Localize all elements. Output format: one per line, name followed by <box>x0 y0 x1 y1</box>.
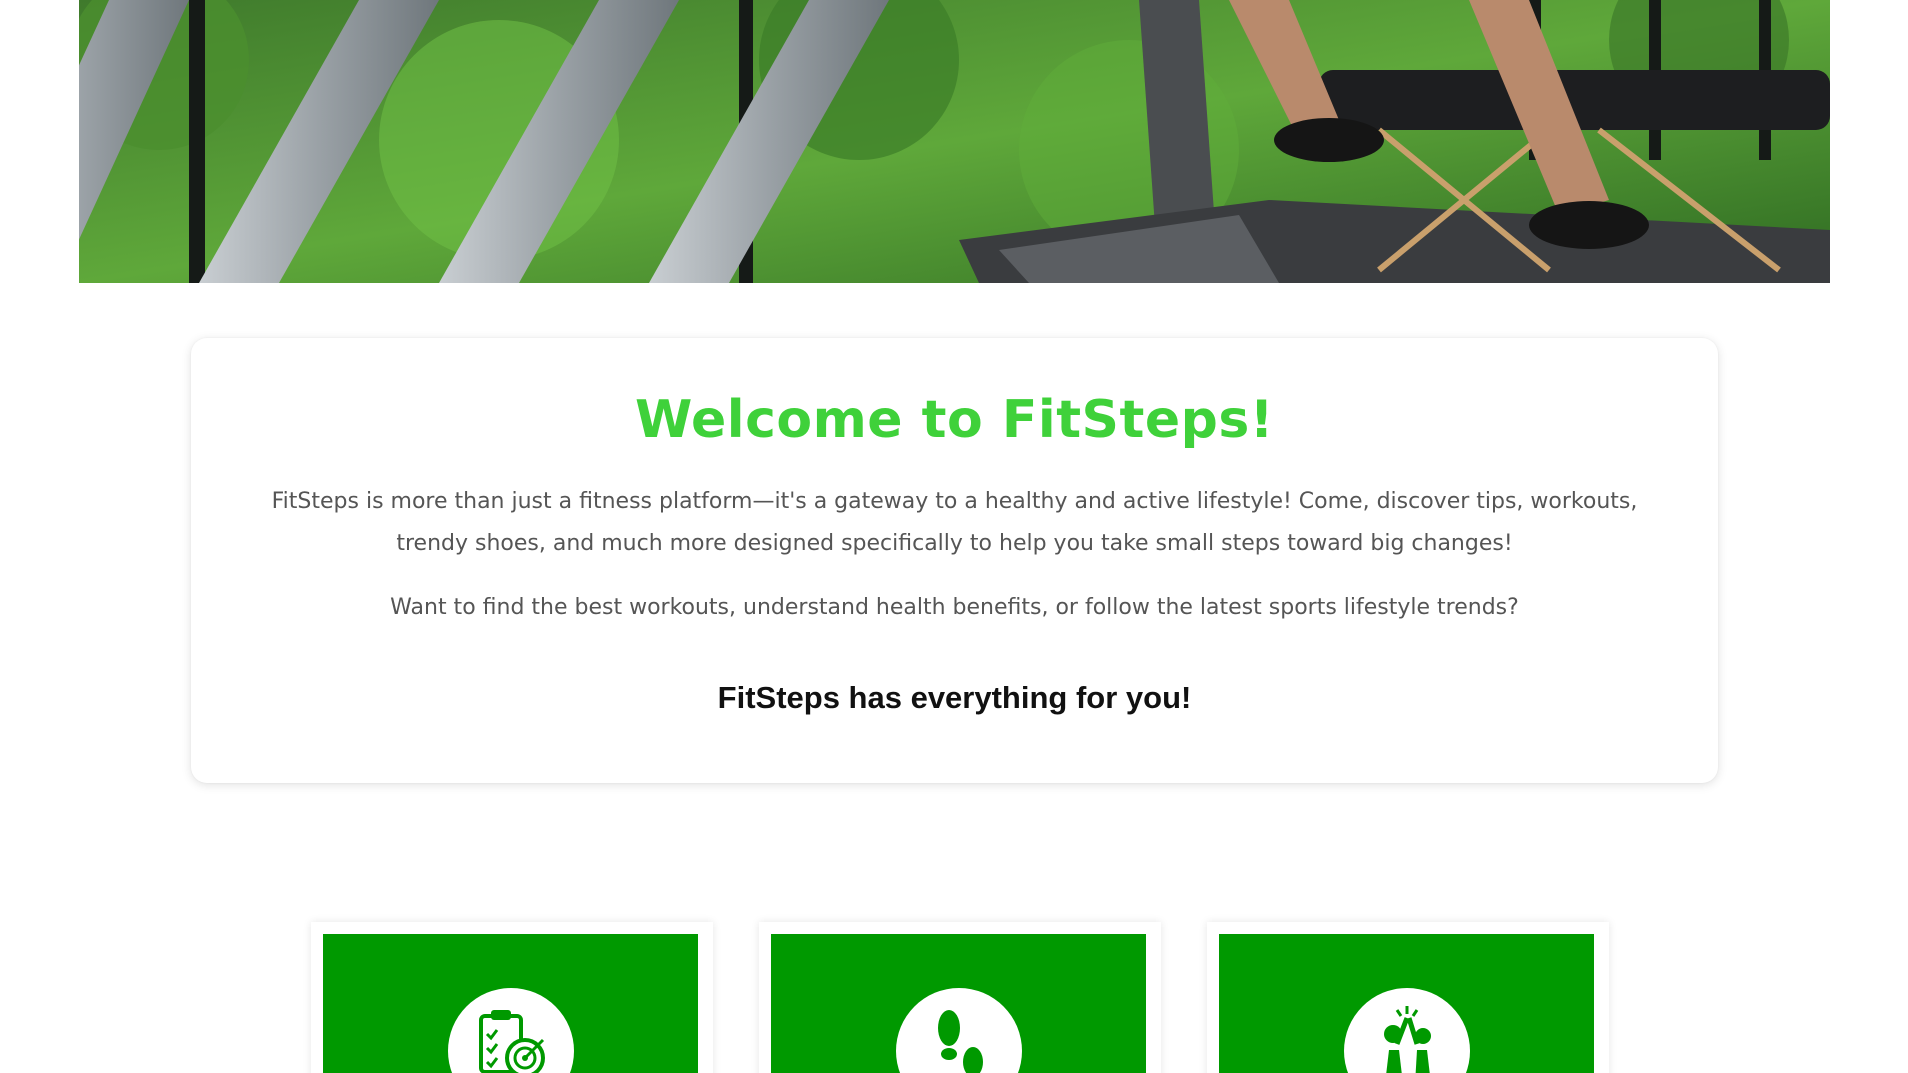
footprints-icon <box>937 1010 983 1073</box>
feature-card-community[interactable] <box>1207 922 1609 1073</box>
feature-panel <box>771 934 1146 1073</box>
feature-icon-circle <box>895 988 1022 1073</box>
welcome-tagline: FitSteps has everything for you! <box>717 680 1192 715</box>
feature-panel <box>323 934 698 1073</box>
welcome-question-paragraph: Want to find the best workouts, understa… <box>390 595 1519 620</box>
hero-banner-image <box>79 0 1830 283</box>
gym-treadmill-photo <box>79 0 1830 283</box>
welcome-title: Welcome to FitSteps! <box>634 390 1275 450</box>
welcome-card: Welcome to FitSteps! FitSteps is more th… <box>191 338 1718 783</box>
feature-icon-circle <box>1343 988 1470 1073</box>
high-five-icon <box>1383 1006 1431 1073</box>
feature-icon-circle <box>447 988 574 1073</box>
clipboard-target-icon <box>478 1010 545 1073</box>
feature-card-goals[interactable] <box>311 922 713 1073</box>
feature-card-steps[interactable] <box>759 922 1161 1073</box>
feature-panel <box>1219 934 1594 1073</box>
welcome-intro-paragraph: FitSteps is more than just a fitness pla… <box>271 489 1638 556</box>
